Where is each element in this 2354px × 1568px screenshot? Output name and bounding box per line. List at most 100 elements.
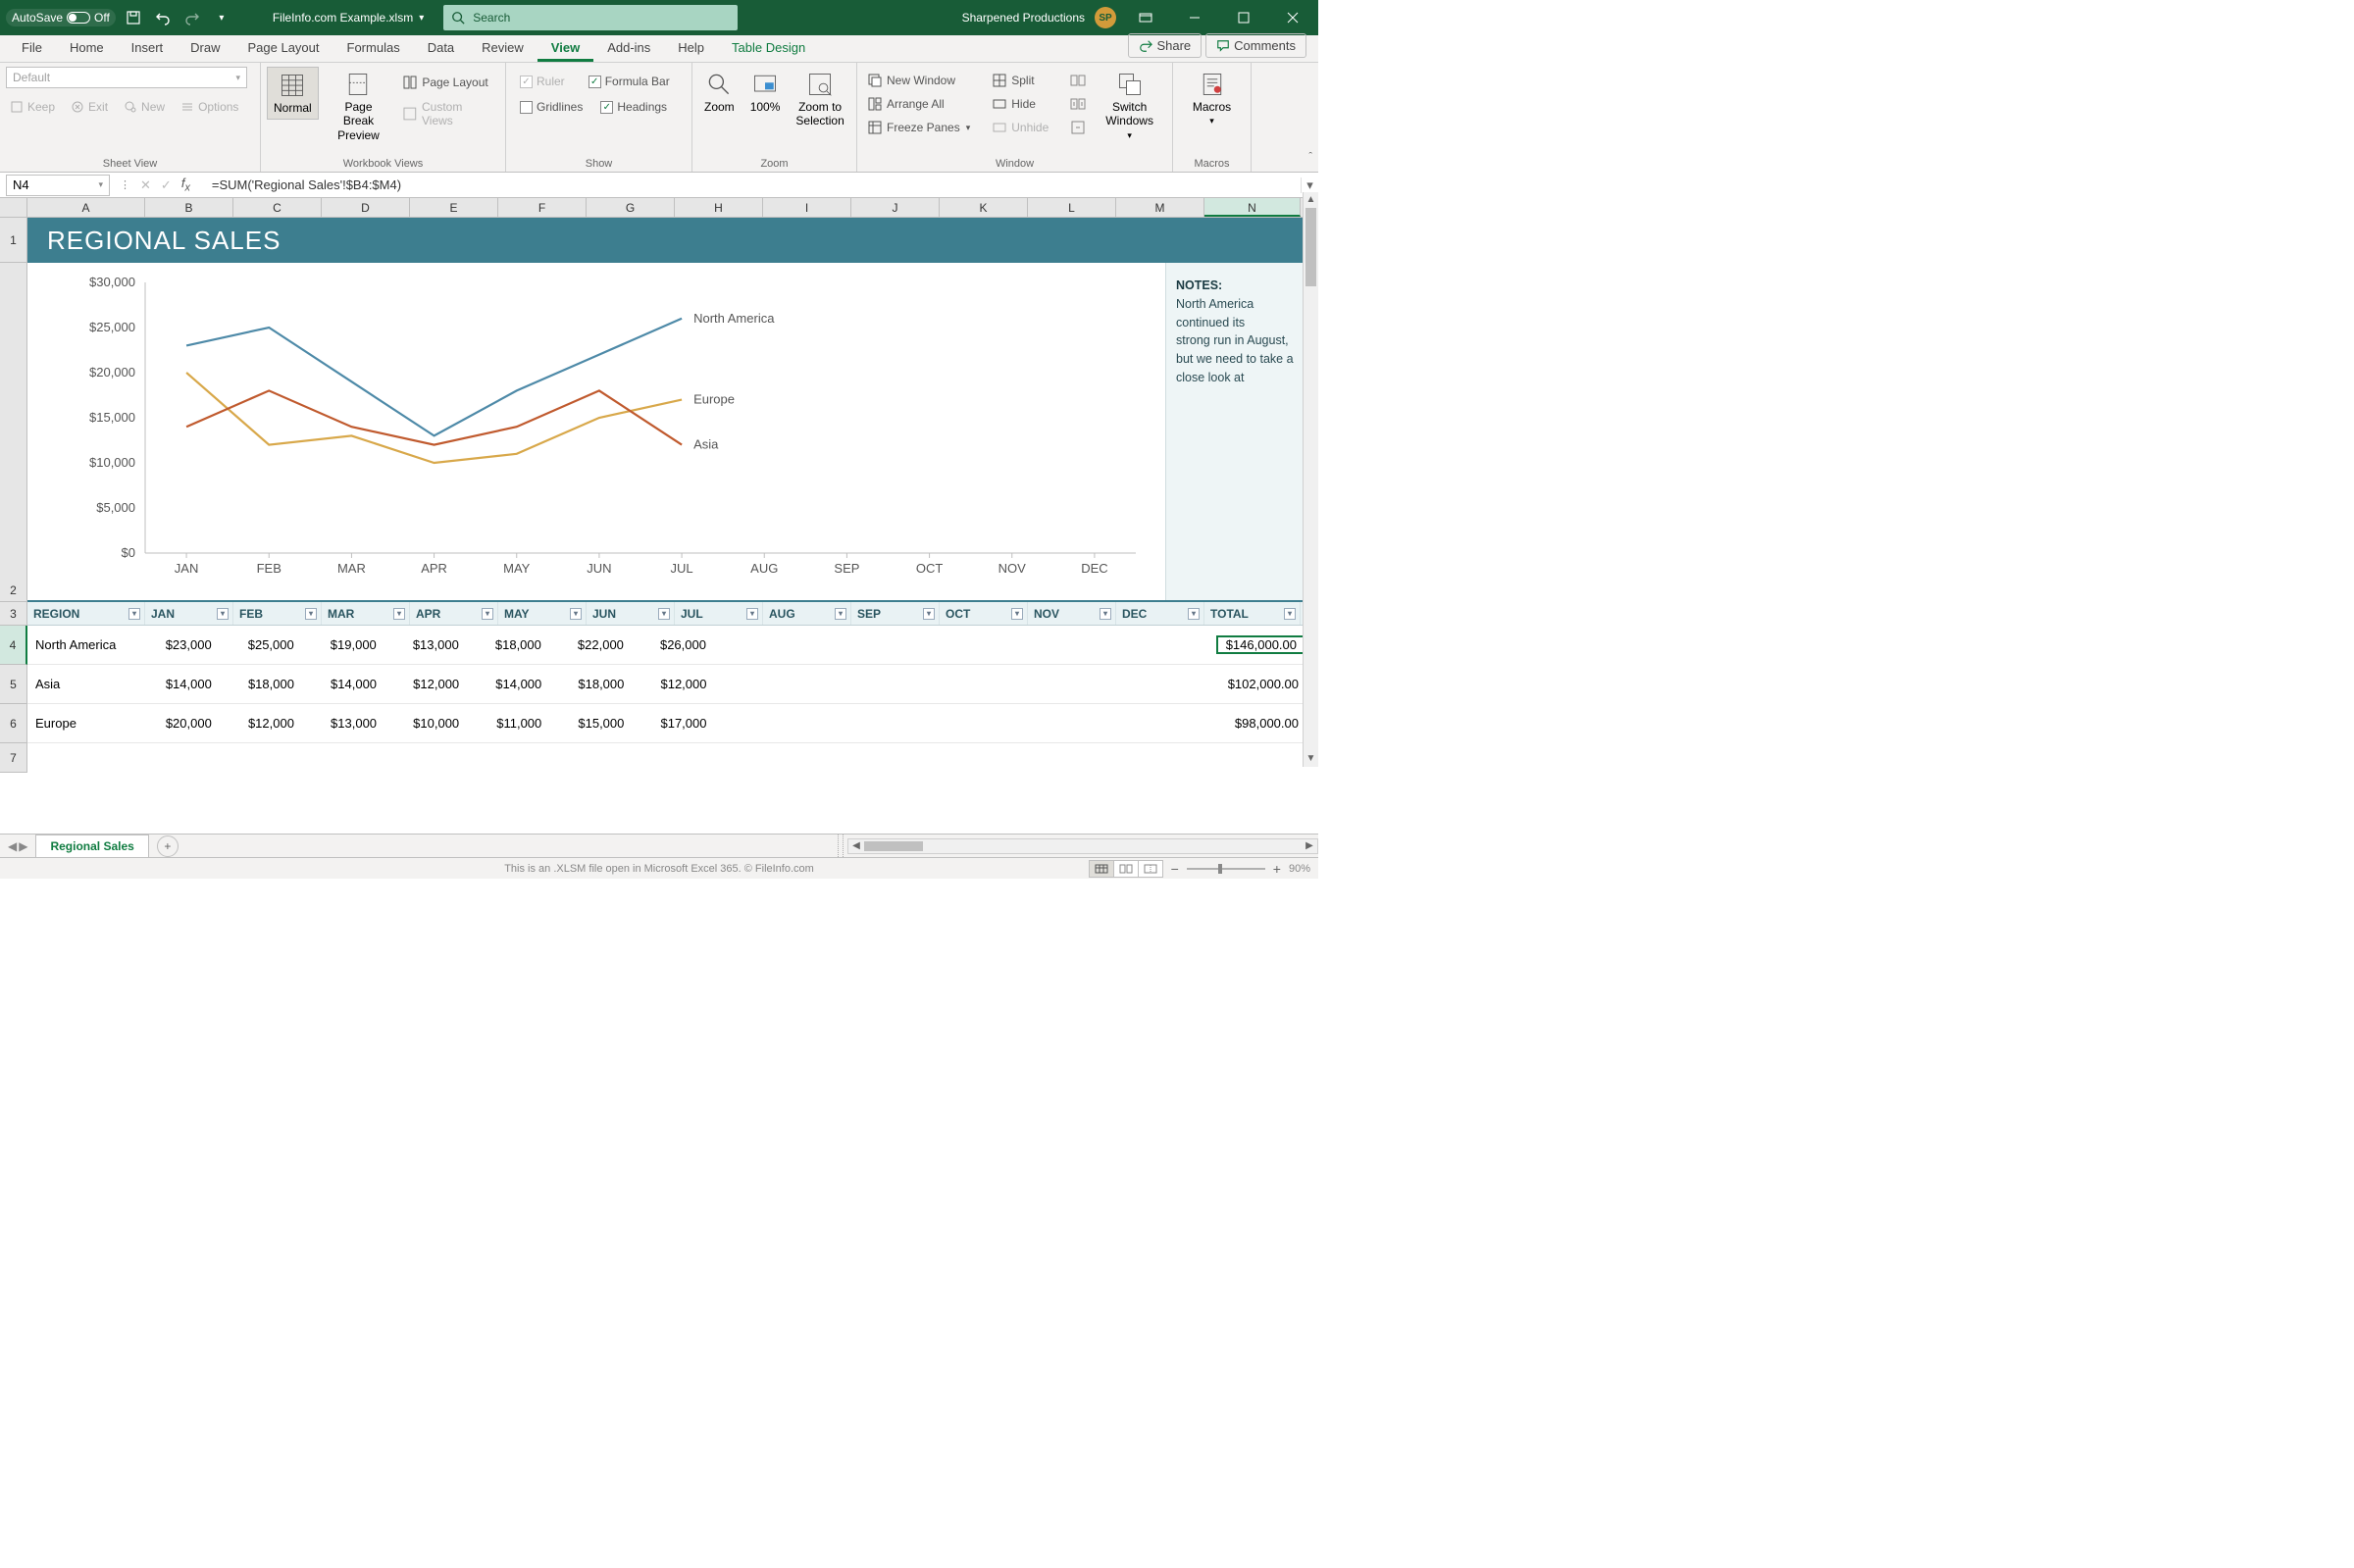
expand-formula-icon[interactable]: ▾ [1301,177,1318,193]
column-header[interactable]: N [1204,198,1301,217]
normal-view-button[interactable]: Normal [267,67,319,120]
chart[interactable]: $0$5,000$10,000$15,000$20,000$25,000$30,… [27,263,1165,600]
share-button[interactable]: Share [1128,33,1202,58]
ribbon-display-icon[interactable] [1126,0,1165,35]
data-cell[interactable]: $18,000 [549,677,632,691]
arrange-all-button[interactable]: Arrange All [863,94,974,114]
data-cell[interactable]: $17,000 [632,716,714,731]
column-header[interactable]: C [233,198,322,217]
filter-dropdown-icon[interactable]: ▾ [305,608,317,620]
data-cell[interactable]: $14,000 [137,677,220,691]
table-header-cell[interactable]: JAN▾ [145,602,233,625]
data-cell[interactable]: $10,000 [384,716,467,731]
table-header-cell[interactable]: NOV▾ [1028,602,1116,625]
tab-split-handle[interactable] [838,835,844,857]
row-header[interactable]: 1 [0,218,27,263]
table-header-cell[interactable]: JUL▾ [675,602,763,625]
name-box[interactable]: N4 ▾ [6,175,110,196]
filter-dropdown-icon[interactable]: ▾ [482,608,493,620]
scroll-right-icon[interactable]: ▶ [1302,839,1317,853]
tab-add-ins[interactable]: Add-ins [593,34,664,62]
table-header-cell[interactable]: REGION▾ [27,602,145,625]
new-button[interactable]: New [120,98,169,116]
sync-scroll-button[interactable] [1066,94,1090,114]
horizontal-scrollbar[interactable]: ◀ ▶ [847,838,1318,854]
total-cell[interactable]: $98,000.00 [1217,716,1306,731]
data-cell[interactable]: $14,000 [467,677,549,691]
tab-review[interactable]: Review [468,34,537,62]
split-button[interactable]: Split [988,71,1052,90]
user-name[interactable]: Sharpened Productions [962,11,1085,25]
zoom-button[interactable]: Zoom [698,67,741,118]
filter-dropdown-icon[interactable]: ▾ [1100,608,1111,620]
filter-dropdown-icon[interactable]: ▾ [658,608,670,620]
filter-dropdown-icon[interactable]: ▾ [923,608,935,620]
region-cell[interactable]: Asia [27,677,137,691]
filter-dropdown-icon[interactable]: ▾ [1188,608,1200,620]
filename[interactable]: FileInfo.com Example.xlsm ▾ [273,11,424,25]
close-button[interactable] [1273,0,1312,35]
reset-pos-button[interactable] [1066,118,1090,137]
avatar[interactable]: SP [1095,7,1116,28]
select-all-triangle[interactable] [0,198,27,217]
sheet-view-dropdown[interactable]: Default ▾ [6,67,247,88]
table-header-cell[interactable]: MAY▾ [498,602,587,625]
formula-bar-checkbox[interactable]: ✓Formula Bar [585,73,674,90]
data-cell[interactable]: $15,000 [549,716,632,731]
row-header[interactable]: 2 [0,263,27,602]
data-cell[interactable]: $11,000 [467,716,549,731]
tab-page-layout[interactable]: Page Layout [234,34,333,62]
table-header-cell[interactable]: FEB▾ [233,602,322,625]
filter-dropdown-icon[interactable]: ▾ [1011,608,1023,620]
column-header[interactable]: F [498,198,587,217]
cancel-icon[interactable]: ✕ [140,177,151,193]
region-cell[interactable]: North America [27,637,137,652]
scroll-left-icon[interactable]: ◀ [848,839,864,853]
options-button[interactable]: Options [177,98,242,116]
ruler-checkbox[interactable]: ✓Ruler [516,73,569,90]
tab-table-design[interactable]: Table Design [718,34,819,62]
column-header[interactable]: M [1116,198,1204,217]
data-cell[interactable]: $18,000 [220,677,302,691]
filter-dropdown-icon[interactable]: ▾ [1284,608,1296,620]
data-cell[interactable]: $13,000 [384,637,467,652]
page-break-button[interactable]: Page Break Preview [323,67,395,146]
table-header-cell[interactable]: JUN▾ [587,602,675,625]
zoom-in-icon[interactable]: + [1273,861,1281,877]
add-sheet-button[interactable]: + [157,835,179,857]
tab-insert[interactable]: Insert [118,34,178,62]
sheet-tab-regional-sales[interactable]: Regional Sales [35,835,148,857]
data-cell[interactable]: $12,000 [384,677,467,691]
tab-data[interactable]: Data [414,34,468,62]
table-header-cell[interactable]: APR▾ [410,602,498,625]
tab-file[interactable]: File [8,34,56,62]
column-header[interactable]: A [27,198,145,217]
column-header[interactable]: I [763,198,851,217]
data-cell[interactable]: $18,000 [467,637,549,652]
column-header[interactable]: E [410,198,498,217]
filter-dropdown-icon[interactable]: ▾ [835,608,846,620]
data-cell[interactable]: $26,000 [632,637,714,652]
scroll-down-icon[interactable]: ▼ [1304,751,1318,767]
filter-dropdown-icon[interactable]: ▾ [393,608,405,620]
fx-icon[interactable]: fx [181,176,196,194]
normal-view-icon[interactable] [1089,860,1114,878]
data-cell[interactable]: $13,000 [302,716,384,731]
tab-nav-left-icon[interactable]: ◀ [8,839,17,853]
tab-help[interactable]: Help [664,34,718,62]
table-header-cell[interactable]: DEC▾ [1116,602,1204,625]
data-cell[interactable]: $25,000 [220,637,302,652]
freeze-panes-button[interactable]: Freeze Panes▾ [863,118,974,137]
hide-button[interactable]: Hide [988,94,1052,114]
zoom-out-icon[interactable]: − [1171,861,1179,877]
region-cell[interactable]: Europe [27,716,137,731]
tab-home[interactable]: Home [56,34,118,62]
row-header[interactable]: 5 [0,665,27,704]
table-header-cell[interactable]: SEP▾ [851,602,940,625]
data-cell[interactable]: $14,000 [302,677,384,691]
data-cell[interactable]: $23,000 [137,637,220,652]
comments-button[interactable]: Comments [1205,33,1306,58]
page-break-view-icon[interactable] [1138,860,1163,878]
data-cell[interactable]: $19,000 [302,637,384,652]
gridlines-checkbox[interactable]: Gridlines [516,98,587,116]
